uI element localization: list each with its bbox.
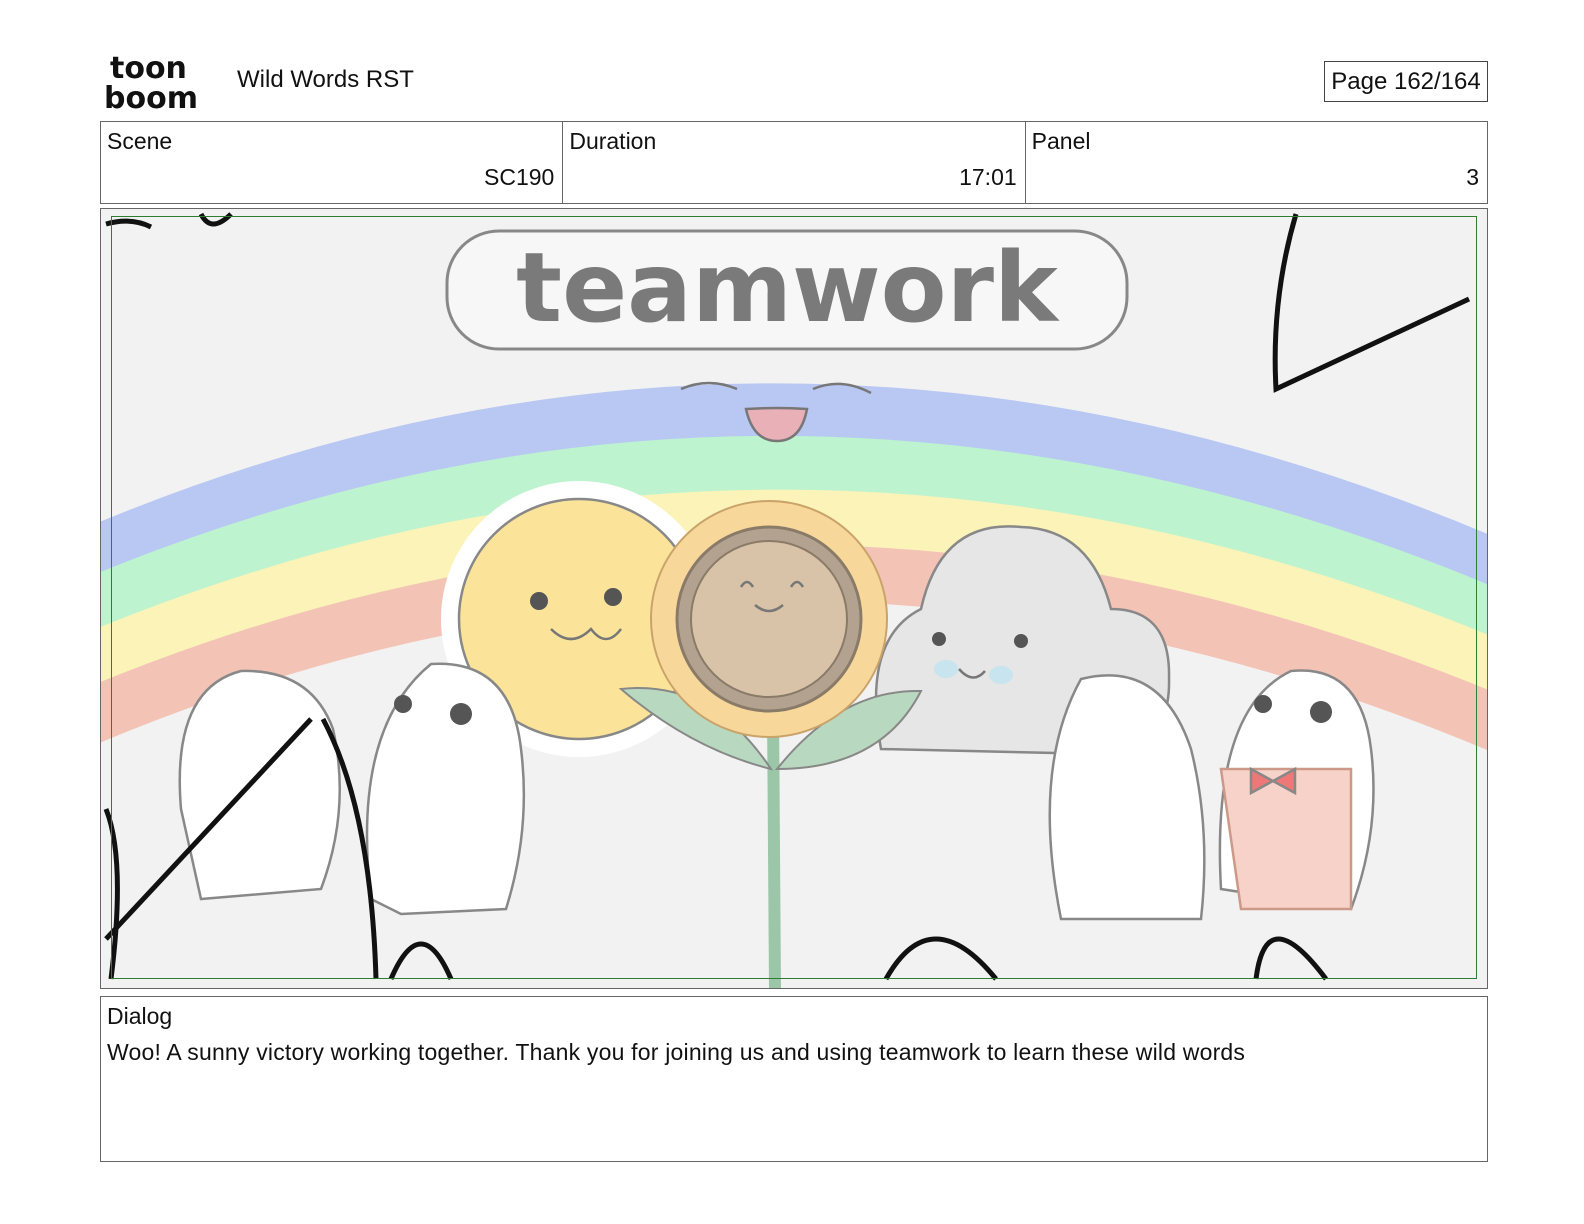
dialog-box: Dialog Woo! A sunny victory working toge… <box>100 996 1488 1162</box>
teamwork-banner: teamwork <box>445 229 1129 351</box>
svg-text:boom: boom <box>104 81 198 112</box>
duration-value: 17:01 <box>959 164 1017 190</box>
scene-cell: Scene SC190 <box>101 122 564 203</box>
page-indicator: Page 162/164 <box>1324 61 1488 102</box>
scene-label: Scene <box>107 128 173 154</box>
dialog-text: Woo! A sunny victory working together. T… <box>107 1039 1246 1065</box>
creature-left-2 <box>365 662 526 916</box>
dialog-label: Dialog <box>107 1003 173 1029</box>
panel-info-table: Scene SC190 Duration 17:01 Panel 3 <box>100 121 1488 204</box>
panel-cell: Panel 3 <box>1026 122 1487 203</box>
creature-right-1 <box>1048 674 1206 921</box>
sunflower-character <box>618 500 923 988</box>
project-title: Wild Words RST <box>237 66 414 93</box>
storyboard-panel: teamwork <box>100 208 1488 989</box>
creature-right-2 <box>1218 669 1375 911</box>
banner-text: teamwork <box>516 232 1060 344</box>
panel-label: Panel <box>1031 128 1091 154</box>
creature-left-1 <box>178 669 341 901</box>
duration-label: Duration <box>569 128 657 154</box>
toonboom-logo: toon boom <box>104 51 216 116</box>
scene-value: SC190 <box>484 164 555 190</box>
panel-artwork: teamwork <box>101 212 1487 988</box>
panel-value: 3 <box>1466 164 1479 190</box>
duration-cell: Duration 17:01 <box>563 122 1026 203</box>
